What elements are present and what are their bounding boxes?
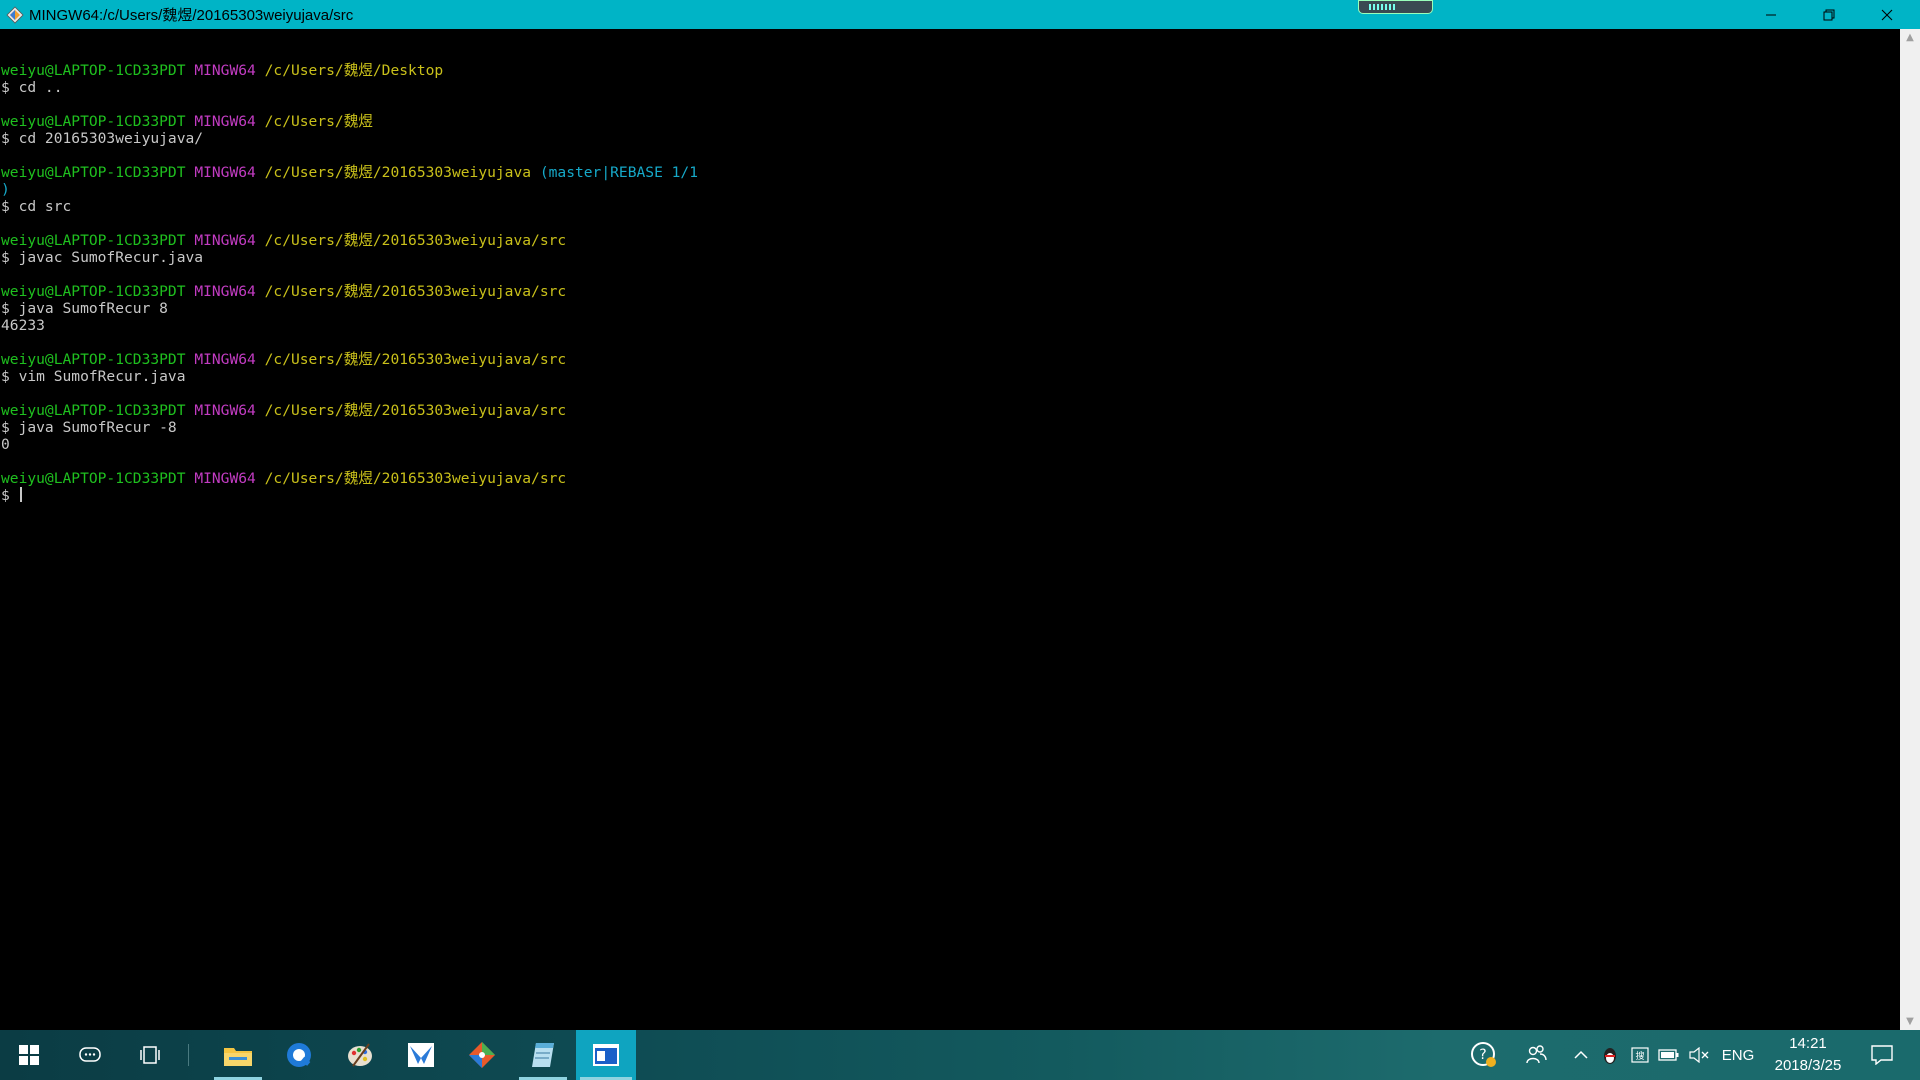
prompt-line: weiyu@LAPTOP-1CD33PDT MINGW64 /c/Users/魏…	[1, 164, 698, 181]
notepad-app-button[interactable]	[515, 1030, 571, 1080]
text-cursor	[19, 487, 22, 502]
git-gui-icon	[469, 1042, 495, 1068]
bird-app-icon	[408, 1043, 434, 1067]
language-indicator[interactable]: ENG	[1716, 1030, 1760, 1080]
prompt-line: weiyu@LAPTOP-1CD33PDT MINGW64 /c/Users/魏…	[1, 283, 567, 300]
window-title: MINGW64:/c/Users/魏煜/20165303weiyujava/sr…	[29, 7, 354, 24]
prompt-line: weiyu@LAPTOP-1CD33PDT MINGW64 /c/Users/魏…	[1, 62, 444, 79]
git-bash-icon	[0, 0, 29, 29]
input-line[interactable]: $	[0, 487, 1900, 504]
speaker-muted-icon	[1689, 1047, 1709, 1063]
volume-tray-button[interactable]	[1686, 1030, 1712, 1080]
command-line: $ java SumofRecur 8	[1, 300, 168, 317]
notification-icon	[1871, 1045, 1893, 1065]
show-hidden-icons-button[interactable]	[1568, 1030, 1594, 1080]
output-line: 46233	[1, 317, 45, 334]
people-icon	[1526, 1045, 1547, 1064]
command-line: $ vim SumofRecur.java	[1, 368, 186, 385]
vertical-scrollbar[interactable]: ▲ ▼	[1900, 29, 1920, 1030]
cortana-chat-icon	[79, 1047, 101, 1062]
scroll-down-icon[interactable]: ▼	[1900, 1013, 1920, 1030]
restore-icon	[1823, 9, 1835, 20]
notepad-icon	[532, 1043, 554, 1067]
prompt-line: weiyu@LAPTOP-1CD33PDT MINGW64 /c/Users/魏…	[1, 113, 373, 130]
prompt-line: weiyu@LAPTOP-1CD33PDT MINGW64 /c/Users/魏…	[1, 232, 567, 249]
ime-icon: 搜	[1631, 1047, 1649, 1063]
prompt-line: weiyu@LAPTOP-1CD33PDT MINGW64 /c/Users/魏…	[1, 470, 567, 487]
battery-tray-button[interactable]	[1656, 1030, 1682, 1080]
ime-tray-button[interactable]: 搜	[1628, 1030, 1652, 1080]
task-view-button[interactable]	[122, 1030, 178, 1080]
terminal-app-button[interactable]	[576, 1030, 636, 1080]
command-line: $ cd ..	[1, 79, 63, 96]
command-line: $ javac SumofRecur.java	[1, 249, 204, 266]
git-app-button[interactable]	[454, 1030, 510, 1080]
chevron-up-icon	[1574, 1050, 1588, 1059]
clock-time: 14:21	[1789, 1035, 1827, 1052]
start-button[interactable]	[0, 1030, 58, 1080]
git-branch-continuation: )	[1, 181, 10, 198]
restore-button[interactable]	[1800, 0, 1858, 29]
clock[interactable]: 14:21 2018/3/25	[1760, 1030, 1856, 1080]
paint-app-button[interactable]	[332, 1030, 388, 1080]
prompt-symbol: $	[1, 487, 19, 504]
svg-text:?: ?	[1479, 1047, 1486, 1063]
command-line: $ cd 20165303weiyujava/	[1, 130, 204, 147]
close-icon	[1881, 9, 1893, 20]
people-tray-button[interactable]	[1518, 1030, 1554, 1080]
taskbar: ? 搜 ENG 14:21 2018/3/25	[0, 1030, 1920, 1080]
cortana-button[interactable]	[62, 1030, 118, 1080]
paint-palette-icon	[348, 1043, 372, 1067]
file-explorer-button[interactable]	[210, 1030, 266, 1080]
terminal-window-icon	[593, 1044, 619, 1066]
qq-tray-button[interactable]	[1598, 1030, 1622, 1080]
command-line: $ cd src	[1, 198, 72, 215]
browser-button[interactable]	[271, 1030, 327, 1080]
prompt-line: weiyu@LAPTOP-1CD33PDT MINGW64 /c/Users/魏…	[1, 402, 567, 419]
scroll-up-icon[interactable]: ▲	[1900, 29, 1920, 46]
action-center-button[interactable]	[1862, 1030, 1902, 1080]
qq-penguin-icon	[1604, 1048, 1616, 1064]
terminal-output[interactable]: weiyu@LAPTOP-1CD33PDT MINGW64 /c/Users/魏…	[0, 29, 1900, 1029]
windows-start-icon	[19, 1045, 39, 1065]
title-bar[interactable]: MINGW64:/c/Users/魏煜/20165303weiyujava/sr…	[0, 0, 1920, 29]
minimize-icon	[1766, 14, 1776, 15]
browser-icon	[287, 1043, 311, 1067]
close-button[interactable]	[1858, 0, 1916, 29]
mail-app-button[interactable]	[393, 1030, 449, 1080]
clock-date: 2018/3/25	[1774, 1057, 1842, 1074]
output-line: 0	[1, 436, 10, 453]
prompt-line: weiyu@LAPTOP-1CD33PDT MINGW64 /c/Users/魏…	[1, 351, 567, 368]
help-tray-button[interactable]: ?	[1466, 1030, 1502, 1080]
minimize-button[interactable]	[1742, 0, 1800, 29]
command-line: $ java SumofRecur -8	[1, 419, 177, 436]
svg-text:搜: 搜	[1635, 1050, 1644, 1062]
help-question-icon: ?	[1471, 1042, 1496, 1067]
folder-icon	[224, 1048, 252, 1066]
window-grip-handle[interactable]	[1358, 0, 1433, 14]
battery-icon	[1658, 1049, 1679, 1061]
task-view-icon	[140, 1046, 160, 1064]
